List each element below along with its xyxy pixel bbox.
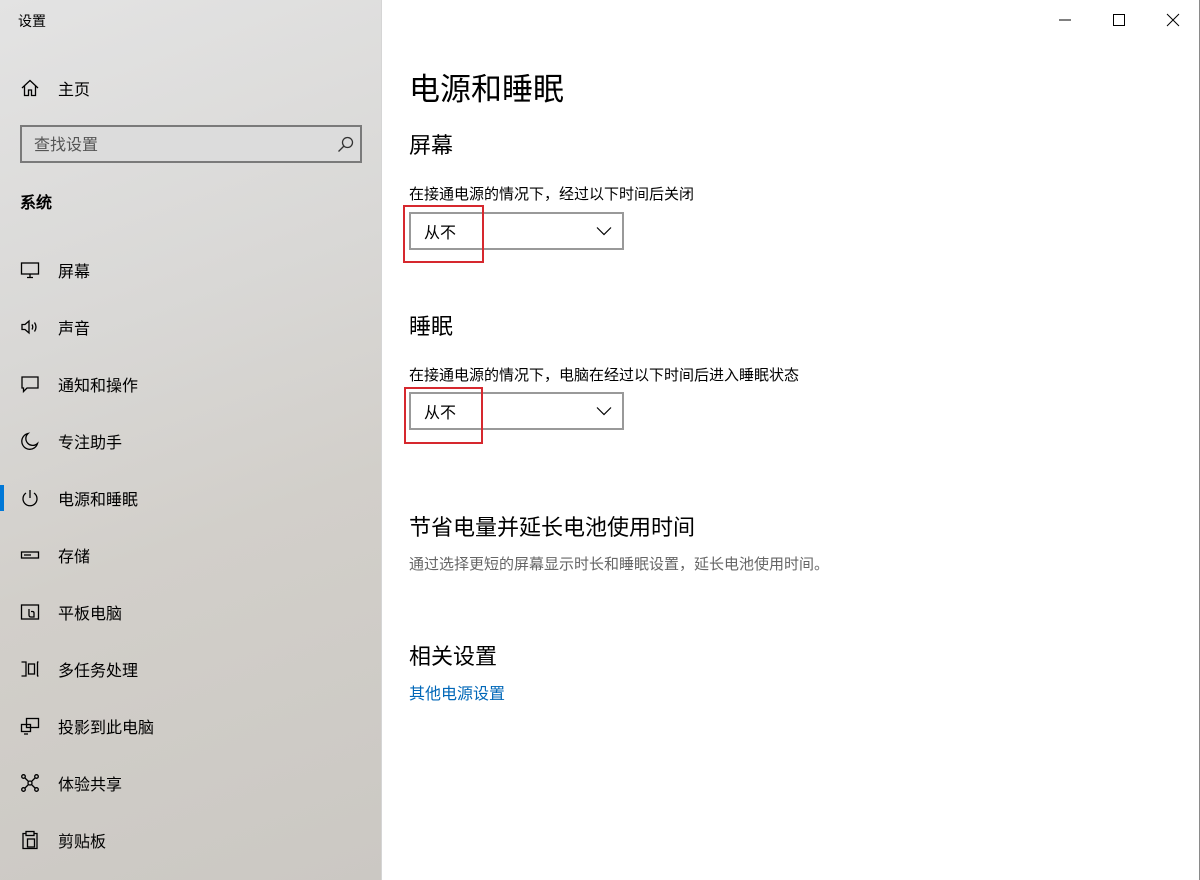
sleep-description: 在接通电源的情况下，电脑在经过以下时间后进入睡眠状态 <box>409 366 800 384</box>
category-heading: 系统 <box>20 193 53 212</box>
sidebar-item-label: 投影到此电脑 <box>58 717 155 737</box>
highlight-box <box>403 205 484 263</box>
maximize-button[interactable] <box>1092 0 1146 40</box>
sidebar-item-multitasking[interactable]: 多任务处理 <box>0 640 381 697</box>
sidebar-item-label: 声音 <box>58 318 91 338</box>
app-title: 设置 <box>18 14 46 30</box>
sidebar-item-label: 体验共享 <box>58 774 123 794</box>
sidebar-item-label: 剪贴板 <box>58 831 107 851</box>
sidebar-item-clipboard[interactable]: 剪贴板 <box>0 811 381 868</box>
sidebar-item-sound[interactable]: 声音 <box>0 298 381 355</box>
sidebar-item-focus-assist[interactable]: 专注助手 <box>0 412 381 469</box>
nav-list: 屏幕 声音 通知和操作 专注助手 电源和睡眠 存储 平板电脑 多任务处理 投影到… <box>0 241 381 868</box>
sidebar-item-label: 存储 <box>58 546 91 566</box>
search-box[interactable] <box>20 125 362 163</box>
home-nav-item[interactable]: 主页 <box>20 74 90 102</box>
sidebar-item-label: 屏幕 <box>58 261 91 281</box>
sidebar-item-projecting[interactable]: 投影到此电脑 <box>0 697 381 754</box>
sidebar-item-power-sleep[interactable]: 电源和睡眠 <box>0 469 381 526</box>
sidebar-item-display[interactable]: 屏幕 <box>0 241 381 298</box>
sidebar-item-label: 专注助手 <box>58 432 123 452</box>
additional-power-settings-link[interactable]: 其他电源设置 <box>409 680 505 704</box>
power-icon <box>22 489 38 506</box>
sidebar-item-storage[interactable]: 存储 <box>0 526 381 583</box>
battery-description: 通过选择更短的屏幕显示时长和睡眠设置，延长电池使用时间。 <box>409 555 830 573</box>
monitor-icon <box>20 261 40 278</box>
multitask-icon <box>21 660 39 677</box>
chevron-down-icon <box>596 407 612 416</box>
sidebar-item-label: 通知和操作 <box>58 375 139 395</box>
sidebar-item-label: 多任务处理 <box>58 660 139 680</box>
sidebar-item-notifications[interactable]: 通知和操作 <box>0 355 381 412</box>
notification-icon <box>21 375 39 393</box>
main-content: 电源和睡眠 屏幕 在接通电源的情况下，经过以下时间后关闭 从不 睡眠 在接通电源… <box>381 0 1200 880</box>
sleep-heading: 睡眠 <box>409 315 454 340</box>
sidebar-item-tablet[interactable]: 平板电脑 <box>0 583 381 640</box>
related-settings-heading: 相关设置 <box>409 645 498 670</box>
close-button[interactable] <box>1146 0 1200 40</box>
chevron-down-icon <box>596 227 612 236</box>
window-controls <box>1038 0 1200 40</box>
search-input[interactable] <box>22 127 330 161</box>
minimize-button[interactable] <box>1038 0 1092 40</box>
speaker-icon <box>21 319 37 334</box>
sidebar: 设置 主页 系统 屏幕 <box>0 0 381 880</box>
moon-icon <box>21 431 39 450</box>
projection-icon <box>20 717 40 735</box>
minimize-icon <box>1059 19 1071 21</box>
clipboard-icon <box>22 830 38 849</box>
sidebar-item-label: 电源和睡眠 <box>58 489 139 509</box>
screen-description: 在接通电源的情况下，经过以下时间后关闭 <box>409 185 695 203</box>
battery-heading: 节省电量并延长电池使用时间 <box>409 516 696 541</box>
share-icon <box>21 773 39 792</box>
close-icon <box>1166 13 1180 27</box>
screen-heading: 屏幕 <box>409 134 454 159</box>
maximize-icon <box>1113 14 1125 26</box>
search-icon[interactable] <box>330 136 360 153</box>
page-title: 电源和睡眠 <box>409 72 564 108</box>
highlight-box <box>404 387 483 444</box>
storage-icon <box>20 550 40 559</box>
home-label: 主页 <box>58 80 91 99</box>
sidebar-item-shared-experiences[interactable]: 体验共享 <box>0 754 381 811</box>
home-icon <box>21 79 39 97</box>
tablet-icon <box>20 603 40 620</box>
sidebar-item-label: 平板电脑 <box>58 603 123 623</box>
